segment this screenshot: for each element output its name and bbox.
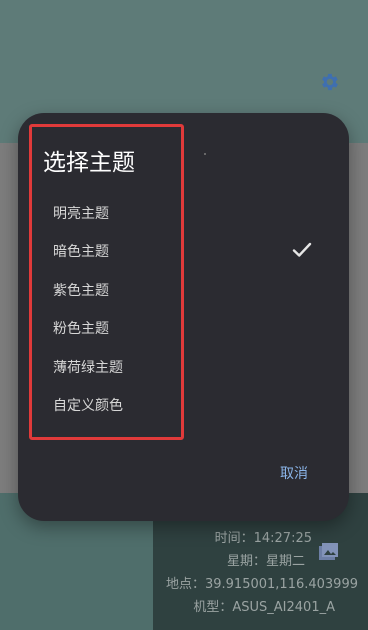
location-text: 地点：39.915001,116.403999 xyxy=(165,577,358,592)
time-text: 时间：14:27:25 xyxy=(214,531,312,546)
option-purple-theme[interactable]: 紫色主题 xyxy=(18,270,349,308)
gear-icon[interactable] xyxy=(318,71,340,93)
option-label: 粉色主题 xyxy=(53,321,109,337)
option-custom-color[interactable]: 自定义颜色 xyxy=(18,385,349,423)
image-icon[interactable] xyxy=(316,541,340,565)
option-dark-theme[interactable]: 暗色主题 xyxy=(18,231,349,269)
theme-dialog: 选择主题 明亮主题 暗色主题 紫色主题 粉色主题 薄荷绿主题 自定义颜色 取消 xyxy=(18,113,349,521)
decorative-dot xyxy=(204,153,206,155)
option-label: 薄荷绿主题 xyxy=(53,360,123,376)
weekday-text: 星期：星期二 xyxy=(226,554,305,569)
option-mint-theme[interactable]: 薄荷绿主题 xyxy=(18,347,349,385)
option-light-theme[interactable]: 明亮主题 xyxy=(18,193,349,231)
dialog-title: 选择主题 xyxy=(43,150,135,176)
option-label: 暗色主题 xyxy=(53,244,109,260)
option-pink-theme[interactable]: 粉色主题 xyxy=(18,308,349,346)
cancel-button[interactable]: 取消 xyxy=(272,460,316,488)
model-text: 机型：ASUS_AI2401_A xyxy=(193,600,335,615)
option-label: 紫色主题 xyxy=(53,283,109,299)
option-label: 自定义颜色 xyxy=(53,398,123,414)
check-icon xyxy=(292,242,312,257)
option-label: 明亮主题 xyxy=(53,206,109,222)
app-screen: 时间：14:27:25 星期：星期二 地点：39.915001,116.4039… xyxy=(0,0,368,630)
